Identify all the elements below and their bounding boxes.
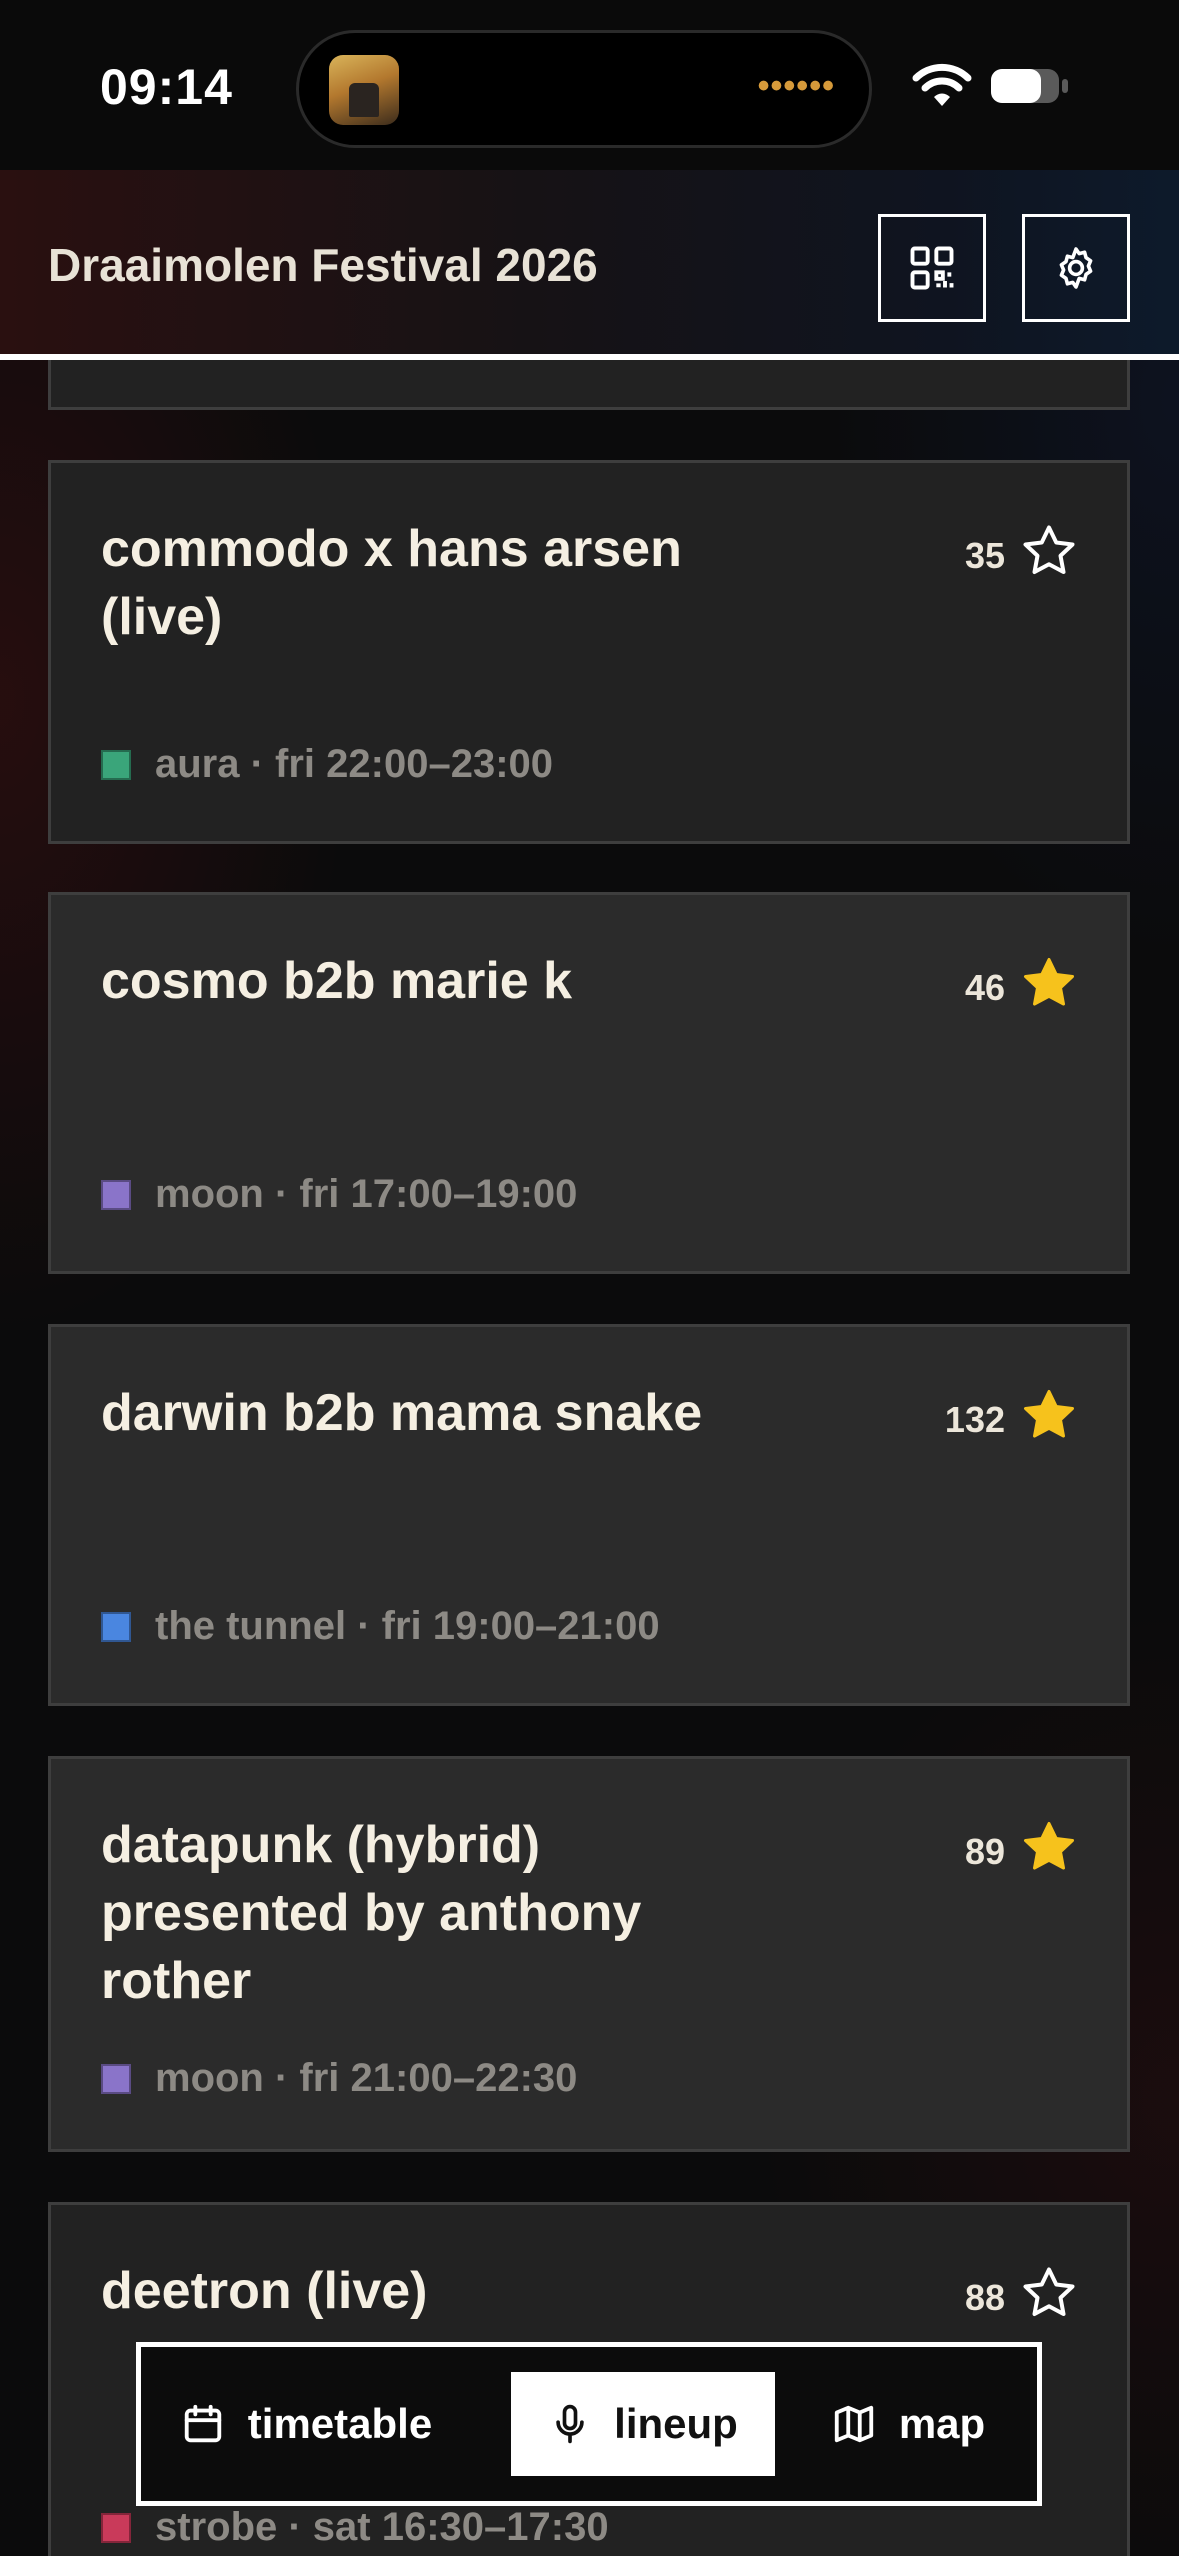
nav-tab-label: timetable <box>247 2400 433 2447</box>
artist-name: cosmo b2b marie k <box>101 952 573 1010</box>
artist-name: commodo x hans arsen (live) <box>101 520 682 646</box>
artist-name: darwin b2b mama snake <box>101 1384 703 1442</box>
stage-time: moon · fri 21:00–22:30 <box>101 2056 577 2101</box>
status-bar: 09:14 •••••• <box>0 0 1179 170</box>
list-item[interactable]: commodo x hans arsen (live) 35 aura · fr… <box>48 460 1130 844</box>
bottom-nav: timetable lineup map <box>136 2342 1042 2506</box>
nav-tab-timetable[interactable]: timetable <box>161 2372 451 2476</box>
list-item[interactable]: darwin b2b mama snake 132 the tunnel · f… <box>48 1324 1130 1706</box>
stage-time: aura · fri 22:00–23:00 <box>101 742 553 787</box>
now-playing-artwork <box>329 55 399 125</box>
stage-time-text: moon · fri 21:00–22:30 <box>155 2056 578 2100</box>
nav-tab-label: map <box>898 2400 986 2447</box>
stage-color-swatch <box>101 2512 131 2543</box>
star-filled-icon[interactable] <box>1019 1385 1079 1445</box>
stage-time: strobe · sat 16:30–17:30 <box>101 2505 609 2550</box>
stage-time-text: moon · fri 17:00–19:00 <box>155 1172 578 1216</box>
favorite-count: 89 <box>964 1831 1005 1872</box>
wifi-icon <box>912 63 972 106</box>
favorite-count: 35 <box>964 535 1005 576</box>
nav-tab-label: lineup <box>614 2400 738 2447</box>
battery-icon <box>991 69 1068 103</box>
star-filled-icon[interactable] <box>1019 1817 1079 1877</box>
artist-name: deetron (live) <box>101 2262 428 2320</box>
star-outline-icon[interactable] <box>1019 521 1079 581</box>
stage-time: the tunnel · fri 19:00–21:00 <box>101 1604 660 1649</box>
calendar-icon <box>184 2404 222 2443</box>
settings-button[interactable] <box>1022 214 1130 322</box>
favorite-count: 132 <box>944 1399 1005 1440</box>
stage-time: moon · fri 17:00–19:00 <box>101 1172 577 1217</box>
lineup-screen: 09:14 •••••• Draaimolen Festival 2026 co… <box>0 0 1179 2556</box>
stage-color-swatch <box>101 749 131 780</box>
microphone-icon <box>556 2404 584 2444</box>
stage-color-swatch <box>101 2063 131 2094</box>
page-title: Draaimolen Festival 2026 <box>48 239 598 291</box>
favorite-count: 46 <box>964 967 1005 1008</box>
dynamic-island[interactable]: •••••• <box>296 30 872 148</box>
stage-time-text: aura · fri 22:00–23:00 <box>155 742 554 786</box>
star-filled-icon[interactable] <box>1019 953 1079 1013</box>
activity-dots: •••••• <box>757 67 835 105</box>
qr-code-button[interactable] <box>878 214 986 322</box>
list-item[interactable]: datapunk (hybrid) presented by anthony r… <box>48 1756 1130 2152</box>
star-outline-icon[interactable] <box>1019 2263 1079 2323</box>
stage-color-swatch <box>101 1611 131 1642</box>
map-icon <box>834 2405 873 2443</box>
stage-color-swatch <box>101 1179 131 1210</box>
app-header: Draaimolen Festival 2026 <box>0 170 1179 360</box>
status-time: 09:14 <box>100 59 233 115</box>
gear-icon <box>1059 247 1093 289</box>
artist-name: datapunk (hybrid) presented by anthony r… <box>101 1816 642 2010</box>
favorite-count: 88 <box>964 2277 1005 2318</box>
lineup-list: commodo x hans arsen (live) 35 aura · fr… <box>0 0 1179 2556</box>
stage-time-text: strobe · sat 16:30–17:30 <box>155 2505 609 2549</box>
nav-tab-map[interactable]: map <box>777 2372 1039 2476</box>
stage-time-text: the tunnel · fri 19:00–21:00 <box>155 1604 660 1648</box>
qr-code-icon <box>910 246 954 290</box>
nav-tab-lineup[interactable]: lineup <box>511 2372 775 2476</box>
list-item[interactable]: cosmo b2b marie k 46 moon · fri 17:00–19… <box>48 892 1130 1274</box>
